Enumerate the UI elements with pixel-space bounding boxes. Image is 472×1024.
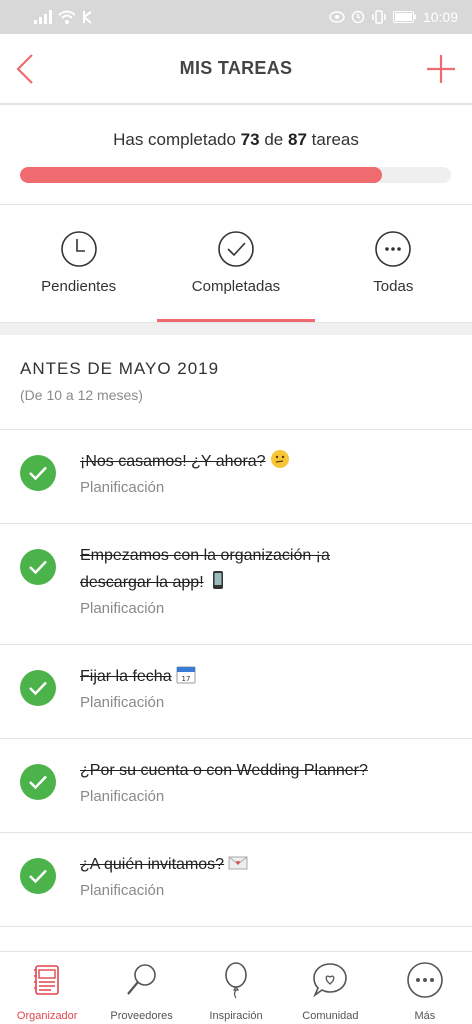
task-body: ¿Por su cuenta o con Wedding Planner? Pl… — [80, 757, 452, 805]
progress-section: Has completado 73 de 87 tareas — [0, 105, 472, 205]
check-icon[interactable] — [20, 549, 56, 585]
tab-completadas[interactable]: Completadas — [157, 206, 316, 322]
organizer-icon — [34, 965, 60, 995]
data-icon — [83, 11, 92, 24]
more-icon — [407, 962, 443, 998]
task-item[interactable]: Fijar la fecha 17 Planificación — [0, 645, 472, 739]
nav-comunidad[interactable]: Comunidad — [283, 952, 377, 1024]
tab-label: Completadas — [191, 278, 281, 295]
tab-todas[interactable]: Todas — [315, 206, 472, 322]
tab-pendientes[interactable]: Pendientes — [0, 206, 157, 322]
task-title: Fijar la fecha 17 — [80, 663, 452, 690]
nav-proveedores[interactable]: Proveedores — [94, 952, 188, 1024]
check-icon[interactable] — [20, 764, 56, 800]
task-title: ¡Nos casamos! ¿Y ahora? — [80, 448, 452, 475]
balloon-icon — [225, 962, 247, 999]
task-title: Empezamos con la organización ¡a descarga… — [80, 547, 330, 591]
status-time: 10:09 — [422, 9, 458, 25]
task-body: ¿A quién invitamos? Planificación — [80, 851, 452, 899]
task-list: ¡Nos casamos! ¿Y ahora? Planificación Em… — [0, 430, 472, 927]
check-icon[interactable] — [20, 670, 56, 706]
nav-label: Más — [414, 1010, 436, 1022]
magnifier-icon — [126, 964, 156, 995]
tab-label: Todas — [373, 278, 414, 295]
vibrate-icon — [372, 10, 386, 24]
progress-bar-fill — [20, 167, 382, 183]
check-icon[interactable] — [20, 858, 56, 894]
page-title: MIS TAREAS — [179, 58, 293, 78]
filter-tabs: Pendientes Completadas Todas — [0, 206, 472, 323]
task-body: ¡Nos casamos! ¿Y ahora? Planificación — [80, 448, 452, 496]
more-icon — [375, 231, 412, 267]
alarm-icon — [351, 10, 365, 24]
signal-icon — [34, 10, 52, 24]
progress-completed: 73 — [240, 130, 260, 149]
task-category: Planificación — [80, 600, 165, 617]
progress-text: Has completado 73 de 87 tareas — [0, 130, 472, 150]
task-body: Fijar la fecha 17 Planificación — [80, 663, 452, 711]
section-header: ANTES DE MAYO 2019 (De 10 a 12 meses) — [0, 335, 472, 430]
section-subtitle: (De 10 a 12 meses) — [20, 387, 143, 403]
bottom-nav: Organizador Proveedores Inspiración Comu… — [0, 951, 472, 1024]
mobile-phone-emoji — [212, 571, 223, 589]
task-item[interactable]: ¿A quién invitamos? Planificación — [0, 833, 472, 927]
nav-label: Inspiración — [209, 1010, 263, 1022]
clock-icon — [60, 231, 97, 267]
wifi-icon — [58, 10, 76, 24]
battery-icon — [392, 11, 416, 23]
section-divider — [0, 323, 472, 335]
task-item[interactable]: ¡Nos casamos! ¿Y ahora? Planificación — [0, 430, 472, 524]
task-category: Planificación — [80, 788, 165, 805]
status-bar: 10:09 — [0, 0, 472, 34]
app-header: MIS TAREAS — [0, 34, 472, 105]
tab-label: Pendientes — [41, 278, 117, 295]
status-right: 10:09 — [329, 9, 458, 25]
nav-mas[interactable]: Más — [378, 952, 472, 1024]
calendar-emoji: 17 — [176, 666, 196, 684]
task-body: Empezamos con la organización ¡a descarga… — [80, 542, 452, 617]
nav-inspiracion[interactable]: Inspiración — [189, 952, 283, 1024]
progress-total: 87 — [287, 130, 307, 149]
progress-connector: de — [264, 130, 284, 149]
add-icon[interactable] — [424, 52, 458, 86]
check-circle-icon — [218, 231, 254, 267]
task-category: Planificación — [80, 882, 165, 899]
love-letter-emoji — [228, 856, 248, 870]
task-category: Planificación — [80, 479, 165, 496]
progress-prefix: Has completado — [113, 130, 236, 149]
chat-heart-icon — [313, 963, 348, 998]
progress-bar — [20, 167, 451, 183]
task-item[interactable]: ¿Por su cuenta o con Wedding Planner? Pl… — [0, 739, 472, 833]
nav-label: Organizador — [16, 1010, 78, 1022]
thinking-face-emoji — [270, 450, 289, 468]
check-icon[interactable] — [20, 455, 56, 491]
status-left — [34, 10, 94, 24]
nav-label: Proveedores — [110, 1010, 173, 1022]
task-title: ¿Por su cuenta o con Wedding Planner? — [80, 762, 368, 779]
task-title: ¿A quién invitamos? — [80, 851, 452, 878]
section-title: ANTES DE MAYO 2019 — [20, 359, 220, 378]
task-item[interactable]: Empezamos con la organización ¡a descarga… — [0, 524, 472, 645]
svg-text:17: 17 — [181, 675, 190, 683]
back-arrow-icon[interactable] — [12, 52, 42, 86]
task-category: Planificación — [80, 694, 165, 711]
progress-suffix: tareas — [311, 130, 359, 149]
nav-organizador[interactable]: Organizador — [0, 952, 94, 1024]
nav-label: Comunidad — [302, 1010, 359, 1022]
eye-icon — [329, 11, 345, 23]
